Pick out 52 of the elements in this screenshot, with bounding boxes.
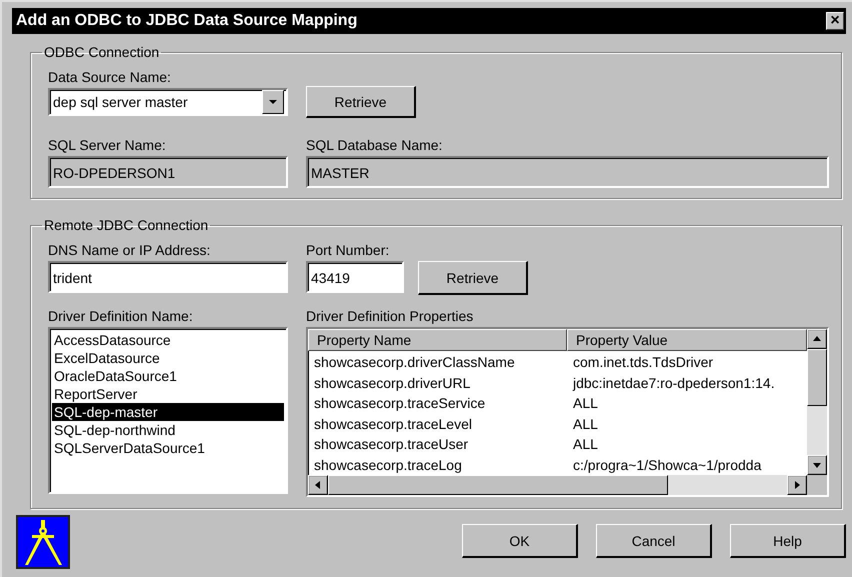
scroll-left-icon[interactable] (308, 475, 328, 495)
field-label: SQL Database Name: (306, 136, 444, 154)
table-cell-text: com.inet.tds.TdsDriver (572, 353, 714, 372)
scroll-down-icon[interactable] (807, 455, 827, 475)
driver-list-item[interactable]: SQLServerDataSource1 (52, 439, 284, 457)
data-source-dropdown[interactable]: dep sql server master (48, 88, 288, 116)
retrieve-button[interactable]: Retrieve (418, 261, 528, 295)
column-header[interactable]: Property Name (308, 329, 567, 351)
port-number-field[interactable]: 43419 (306, 261, 404, 293)
driver-list-item[interactable]: SQL-dep-northwind (52, 421, 284, 439)
scroll-thumb[interactable] (807, 349, 827, 406)
driver-list-item[interactable]: ReportServer (52, 385, 284, 403)
scroll-up-icon[interactable] (807, 329, 827, 349)
driver-list-item[interactable]: AccessDatasource (52, 331, 284, 349)
column-header[interactable]: Property Value (567, 329, 807, 351)
table-cell-text: showcasecorp.driverURL (313, 374, 472, 393)
field-label: SQL Server Name: (48, 136, 167, 154)
dns-name-field[interactable]: trident (48, 261, 288, 293)
compass-logo-icon (16, 515, 70, 569)
cancel-button[interactable]: Cancel (596, 524, 712, 558)
help-button[interactable]: Help (730, 524, 846, 558)
driver-list-item[interactable]: SQL-dep-master (52, 403, 284, 421)
table-cell-text: c:/progra~1/Showca~1/prodda (572, 456, 762, 475)
table-cell-text: showcasecorp.driverClassName (313, 353, 516, 372)
ok-button[interactable]: OK (462, 524, 578, 558)
driver-list[interactable]: AccessDatasource ExcelDatasource OracleDataSource1 ReportServer SQL-dep-master SQL-dep-northwind SQLServerDataSource1 (48, 327, 288, 494)
driver-list-item[interactable]: ExcelDatasource (52, 349, 284, 367)
vertical-scrollbar[interactable] (807, 329, 827, 475)
table-cell-text: showcasecorp.traceService (313, 394, 486, 413)
scroll-right-icon[interactable] (787, 475, 807, 495)
field-label: Driver Definition Name: (48, 307, 194, 325)
scroll-thumb[interactable] (328, 475, 668, 495)
close-button[interactable]: × (826, 12, 844, 30)
driver-list-item[interactable]: OracleDataSource1 (52, 367, 284, 385)
group-title: Remote JDBC Connection (43, 217, 210, 233)
field-label: Port Number: (306, 241, 390, 259)
table-cell-text: jdbc:inetdae7:ro-dpederson1:14. (572, 374, 776, 393)
table-cell-text: showcasecorp.traceUser (313, 435, 470, 454)
scrollbar-corner (807, 475, 827, 495)
dropdown-arrow-icon (262, 90, 284, 114)
table-cell-text: showcasecorp.traceLevel (313, 414, 473, 434)
field-label: Data Source Name: (48, 68, 172, 86)
table-cell-text: ALL (572, 435, 599, 454)
table-cell-text: ALL (572, 414, 599, 434)
retrieve-button[interactable]: Retrieve (306, 86, 416, 118)
table-cell-text: showcasecorp.traceLog (313, 456, 463, 475)
table-cell-text: ALL (572, 394, 599, 413)
field-label: DNS Name or IP Address: (48, 241, 212, 259)
window-title: Add an ODBC to JDBC Data Source Mapping (16, 12, 358, 30)
field-label: Driver Definition Properties (306, 307, 474, 325)
horizontal-scrollbar[interactable] (308, 475, 827, 495)
group-title: ODBC Connection (43, 44, 160, 60)
